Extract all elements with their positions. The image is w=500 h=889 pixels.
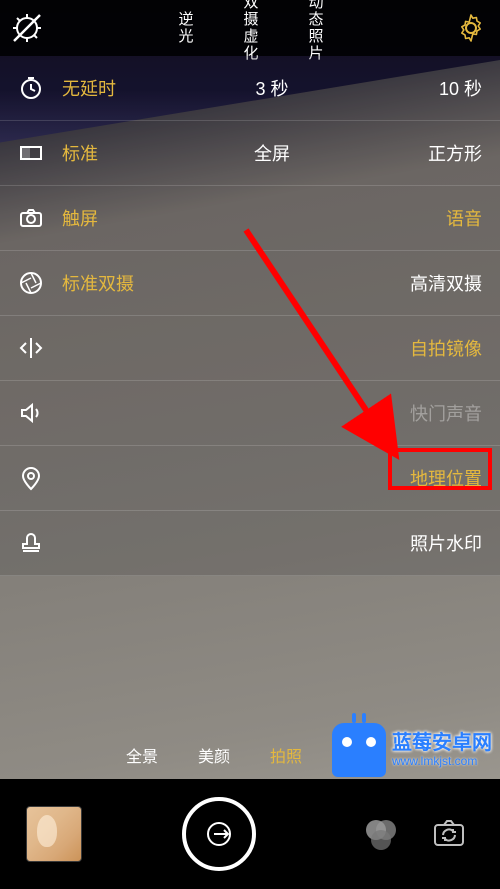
mode-pano[interactable]: 全景: [126, 743, 158, 767]
timer-icon: [18, 75, 44, 101]
timer-3s[interactable]: 3 秒: [202, 75, 342, 101]
capture-mode-strip: 全景 美颜 拍照 录像: [0, 731, 500, 779]
trigger-touch[interactable]: 触屏: [62, 205, 446, 231]
gear-icon: [456, 13, 486, 43]
switch-camera-button[interactable]: [424, 809, 474, 859]
sound-toggle[interactable]: 快门声音: [410, 400, 482, 426]
aperture-icon: [18, 270, 44, 296]
camera-icon: [18, 205, 44, 231]
row-ratio: 标准 全屏 正方形: [0, 121, 500, 186]
dual-standard[interactable]: 标准双摄: [62, 270, 410, 296]
mirror-toggle[interactable]: 自拍镜像: [410, 335, 482, 361]
row-mirror: 自拍镜像: [0, 316, 500, 381]
settings-rows: 无延时 3 秒 10 秒 标准 全屏 正方形 触屏 语音 标准双摄 高清双摄 自…: [0, 56, 500, 576]
filters-button[interactable]: [356, 809, 406, 859]
row-trigger: 触屏 语音: [0, 186, 500, 251]
ratio-icon: [18, 140, 44, 166]
row-geo: 地理位置: [0, 446, 500, 511]
timer-10s[interactable]: 10 秒: [342, 75, 482, 101]
dual-hd[interactable]: 高清双摄: [410, 270, 482, 296]
sound-icon: [18, 400, 44, 426]
location-icon: [18, 465, 44, 491]
row-sound: 快门声音: [0, 381, 500, 446]
settings-button[interactable]: [456, 13, 486, 43]
mode-beauty[interactable]: 美颜: [198, 743, 230, 767]
flash-off-icon: [10, 11, 44, 45]
top-toolbar: 逆光 双摄虚化 动态照片: [0, 0, 500, 56]
row-dual: 标准双摄 高清双摄: [0, 251, 500, 316]
switch-camera-icon: [429, 814, 469, 854]
mode-photo[interactable]: 拍照: [270, 743, 302, 767]
bottom-bar: [0, 779, 500, 889]
geo-toggle[interactable]: 地理位置: [410, 465, 482, 491]
topmode-bokeh[interactable]: 双摄虚化: [240, 0, 261, 62]
topmode-livephoto[interactable]: 动态照片: [305, 0, 326, 62]
flash-toggle[interactable]: [10, 11, 44, 45]
stamp-icon: [18, 530, 44, 556]
mirror-icon: [18, 335, 44, 361]
row-timer: 无延时 3 秒 10 秒: [0, 56, 500, 121]
topmode-backlight[interactable]: 逆光: [175, 11, 196, 45]
trigger-voice[interactable]: 语音: [446, 205, 482, 231]
shutter-button[interactable]: [182, 797, 256, 871]
gallery-thumbnail[interactable]: [26, 806, 82, 862]
mode-video[interactable]: 录像: [342, 743, 374, 767]
timer-none[interactable]: 无延时: [62, 75, 202, 101]
row-watermark: 照片水印: [0, 511, 500, 576]
shutter-inner-icon: [200, 815, 238, 853]
watermark-toggle[interactable]: 照片水印: [410, 530, 482, 556]
ratio-square[interactable]: 正方形: [342, 140, 482, 166]
ratio-standard[interactable]: 标准: [62, 140, 202, 166]
filters-icon: [361, 814, 401, 854]
ratio-full[interactable]: 全屏: [202, 140, 342, 166]
